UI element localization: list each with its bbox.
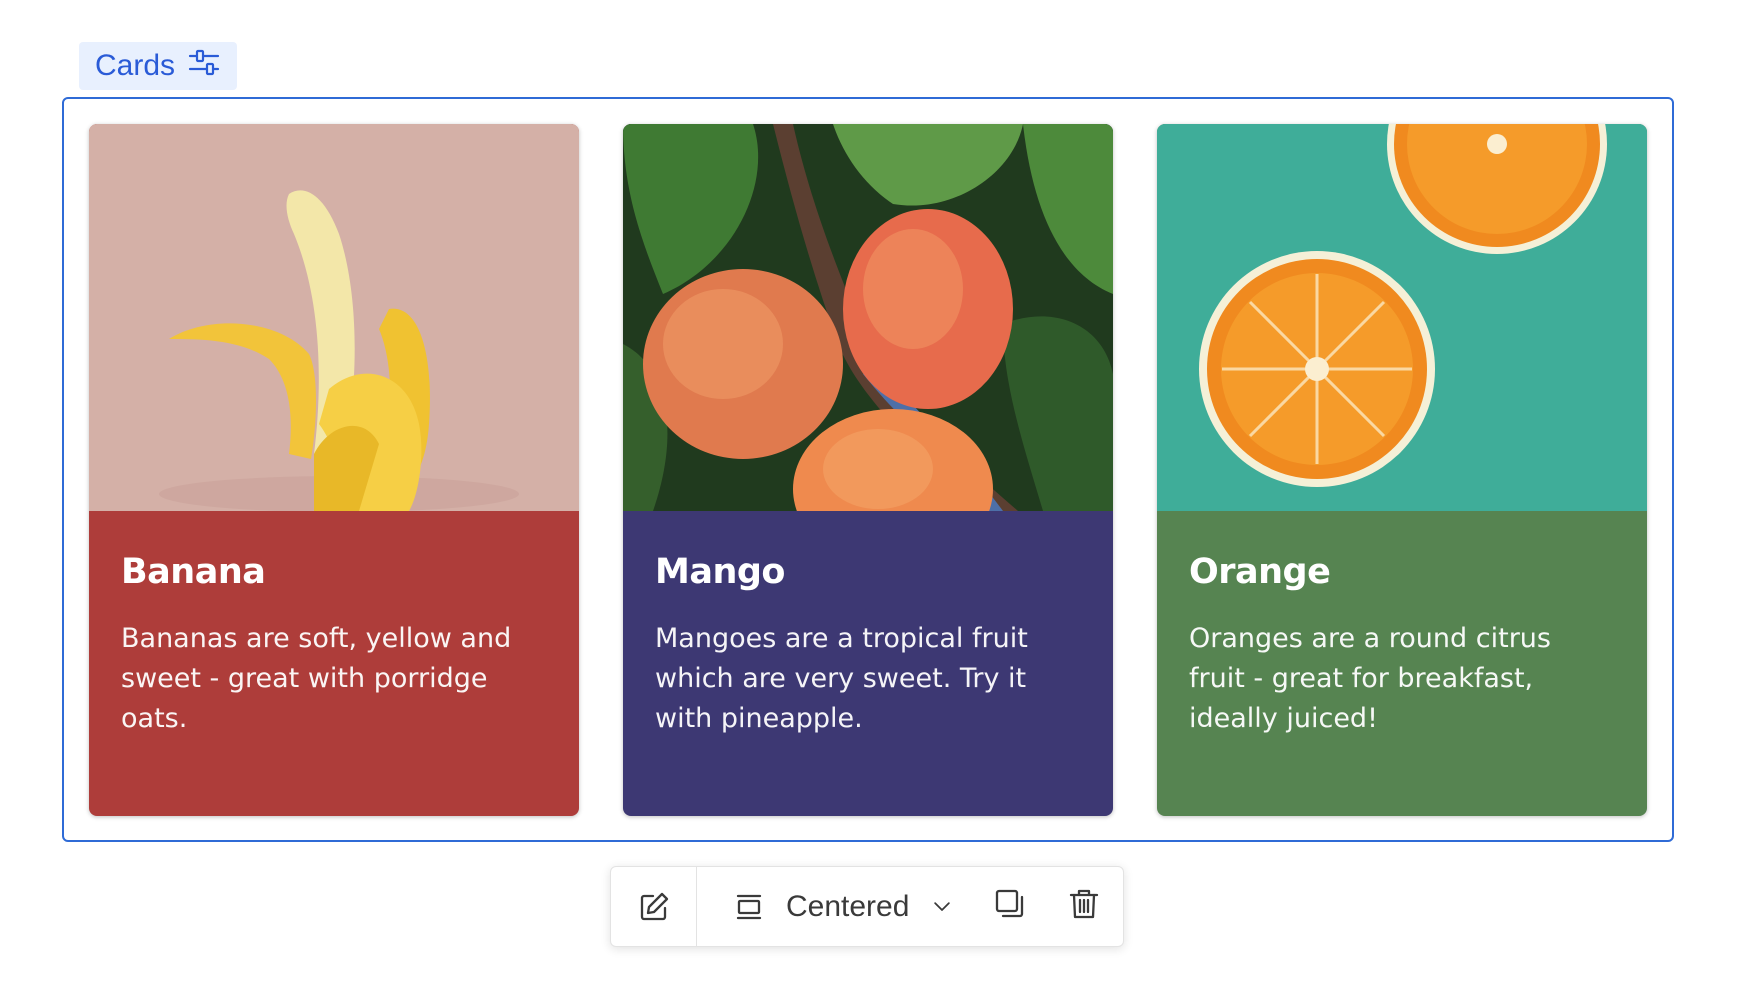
card-description: Mangoes are a tropical fruit which are v… [655, 623, 1028, 734]
card-banana[interactable]: Banana Bananas are soft, yellow and swee… [89, 124, 579, 816]
edit-button[interactable] [611, 867, 697, 946]
orange-image [1157, 124, 1647, 511]
chevron-down-icon [929, 894, 955, 920]
trash-icon [1067, 887, 1101, 926]
sliders-icon [187, 45, 221, 87]
cards-grid: Banana Bananas are soft, yellow and swee… [89, 124, 1647, 816]
card-body: Mango Mangoes are a tropical fruit which… [623, 511, 1113, 816]
duplicate-button[interactable] [993, 887, 1027, 926]
block-label-cards[interactable]: Cards [79, 42, 238, 90]
banana-image [89, 124, 579, 511]
card-body: Orange Oranges are a round citrus fruit … [1157, 511, 1647, 816]
delete-button[interactable] [1067, 887, 1101, 926]
card-body: Banana Bananas are soft, yellow and swee… [89, 511, 579, 816]
card-orange[interactable]: Orange Oranges are a round citrus fruit … [1157, 124, 1647, 816]
layout-dropdown[interactable]: Centered [697, 867, 955, 946]
block-label-text: Cards [95, 49, 176, 82]
card-title: Orange [1189, 552, 1331, 592]
block-toolbar: Centered [610, 866, 1124, 947]
card-description: Oranges are a round citrus fruit - great… [1189, 623, 1551, 734]
card-title: Mango [655, 552, 785, 592]
layout-label: Centered [786, 889, 910, 923]
layout-centered-icon [732, 890, 766, 924]
card-description: Bananas are soft, yellow and sweet - gre… [121, 623, 512, 734]
card-mango[interactable]: Mango Mangoes are a tropical fruit which… [623, 124, 1113, 816]
edit-icon [637, 890, 671, 924]
card-title: Banana [121, 552, 266, 592]
mango-image [623, 124, 1113, 511]
duplicate-icon [993, 887, 1027, 926]
